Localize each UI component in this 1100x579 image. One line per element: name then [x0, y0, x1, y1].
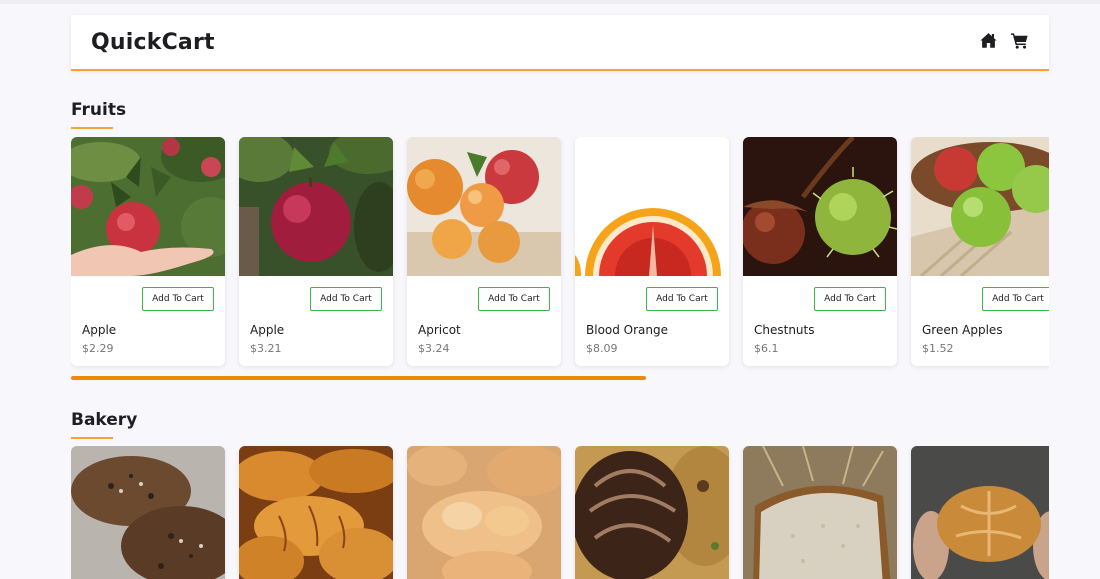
product-name: Chestnuts — [754, 323, 815, 337]
product-image-white-loaf — [743, 446, 897, 579]
section-underline — [71, 127, 113, 129]
product-name: Apple — [250, 323, 285, 337]
product-image-bread-braid — [71, 446, 225, 579]
product-card[interactable]: Add To Cart Chestnuts $6.1 — [743, 137, 897, 366]
fruits-scrollbar-thumb[interactable] — [71, 376, 646, 380]
section-underline — [71, 437, 113, 439]
section-title-fruits: Fruits — [71, 100, 127, 120]
header-nav — [979, 31, 1029, 50]
product-card[interactable] — [575, 446, 729, 579]
add-to-cart-button[interactable]: Add To Cart — [814, 287, 886, 311]
product-card[interactable] — [239, 446, 393, 579]
product-image-green-apples — [911, 137, 1049, 276]
product-price: $3.21 — [250, 342, 282, 355]
product-name: Green Apples — [922, 323, 1003, 337]
product-image-apple — [239, 137, 393, 276]
app-logo[interactable]: QuickCart — [91, 30, 215, 55]
product-name: Apricot — [418, 323, 461, 337]
product-name: Apple — [82, 323, 117, 337]
product-image-blood-orange — [575, 137, 729, 276]
app-header: QuickCart — [71, 15, 1049, 71]
top-border — [0, 0, 1100, 4]
product-image-sourdough — [575, 446, 729, 579]
product-image-chestnuts — [743, 137, 897, 276]
product-image-apple — [71, 137, 225, 276]
product-card[interactable]: Add To Cart Apricot $3.24 — [407, 137, 561, 366]
product-card[interactable] — [71, 446, 225, 579]
product-price: $1.52 — [922, 342, 954, 355]
product-image-apricot — [407, 137, 561, 276]
product-card[interactable]: Add To Cart Blood Orange $8.09 — [575, 137, 729, 366]
section-title-bakery: Bakery — [71, 410, 138, 430]
product-image-braided-buns — [407, 446, 561, 579]
product-price: $3.24 — [418, 342, 450, 355]
home-icon[interactable] — [979, 31, 998, 50]
product-card[interactable]: Add To Cart Green Apples $1.52 — [911, 137, 1049, 366]
product-price: $2.29 — [82, 342, 114, 355]
product-name: Blood Orange — [586, 323, 669, 337]
product-price: $8.09 — [586, 342, 618, 355]
product-image-croissants — [239, 446, 393, 579]
add-to-cart-button[interactable]: Add To Cart — [142, 287, 214, 311]
cart-icon[interactable] — [1010, 31, 1029, 50]
add-to-cart-button[interactable]: Add To Cart — [646, 287, 718, 311]
product-price: $6.1 — [754, 342, 779, 355]
add-to-cart-button[interactable]: Add To Cart — [982, 287, 1049, 311]
product-card[interactable] — [743, 446, 897, 579]
add-to-cart-button[interactable]: Add To Cart — [478, 287, 550, 311]
product-card[interactable] — [911, 446, 1049, 579]
bakery-carousel — [71, 446, 1049, 579]
product-card[interactable]: Add To Cart Apple $2.29 — [71, 137, 225, 366]
product-image-round-bread — [911, 446, 1049, 579]
add-to-cart-button[interactable]: Add To Cart — [310, 287, 382, 311]
product-card[interactable]: Add To Cart Apple $3.21 — [239, 137, 393, 366]
fruits-carousel: Add To Cart Apple $2.29 Add To Cart Appl… — [71, 137, 1049, 372]
product-card[interactable] — [407, 446, 561, 579]
